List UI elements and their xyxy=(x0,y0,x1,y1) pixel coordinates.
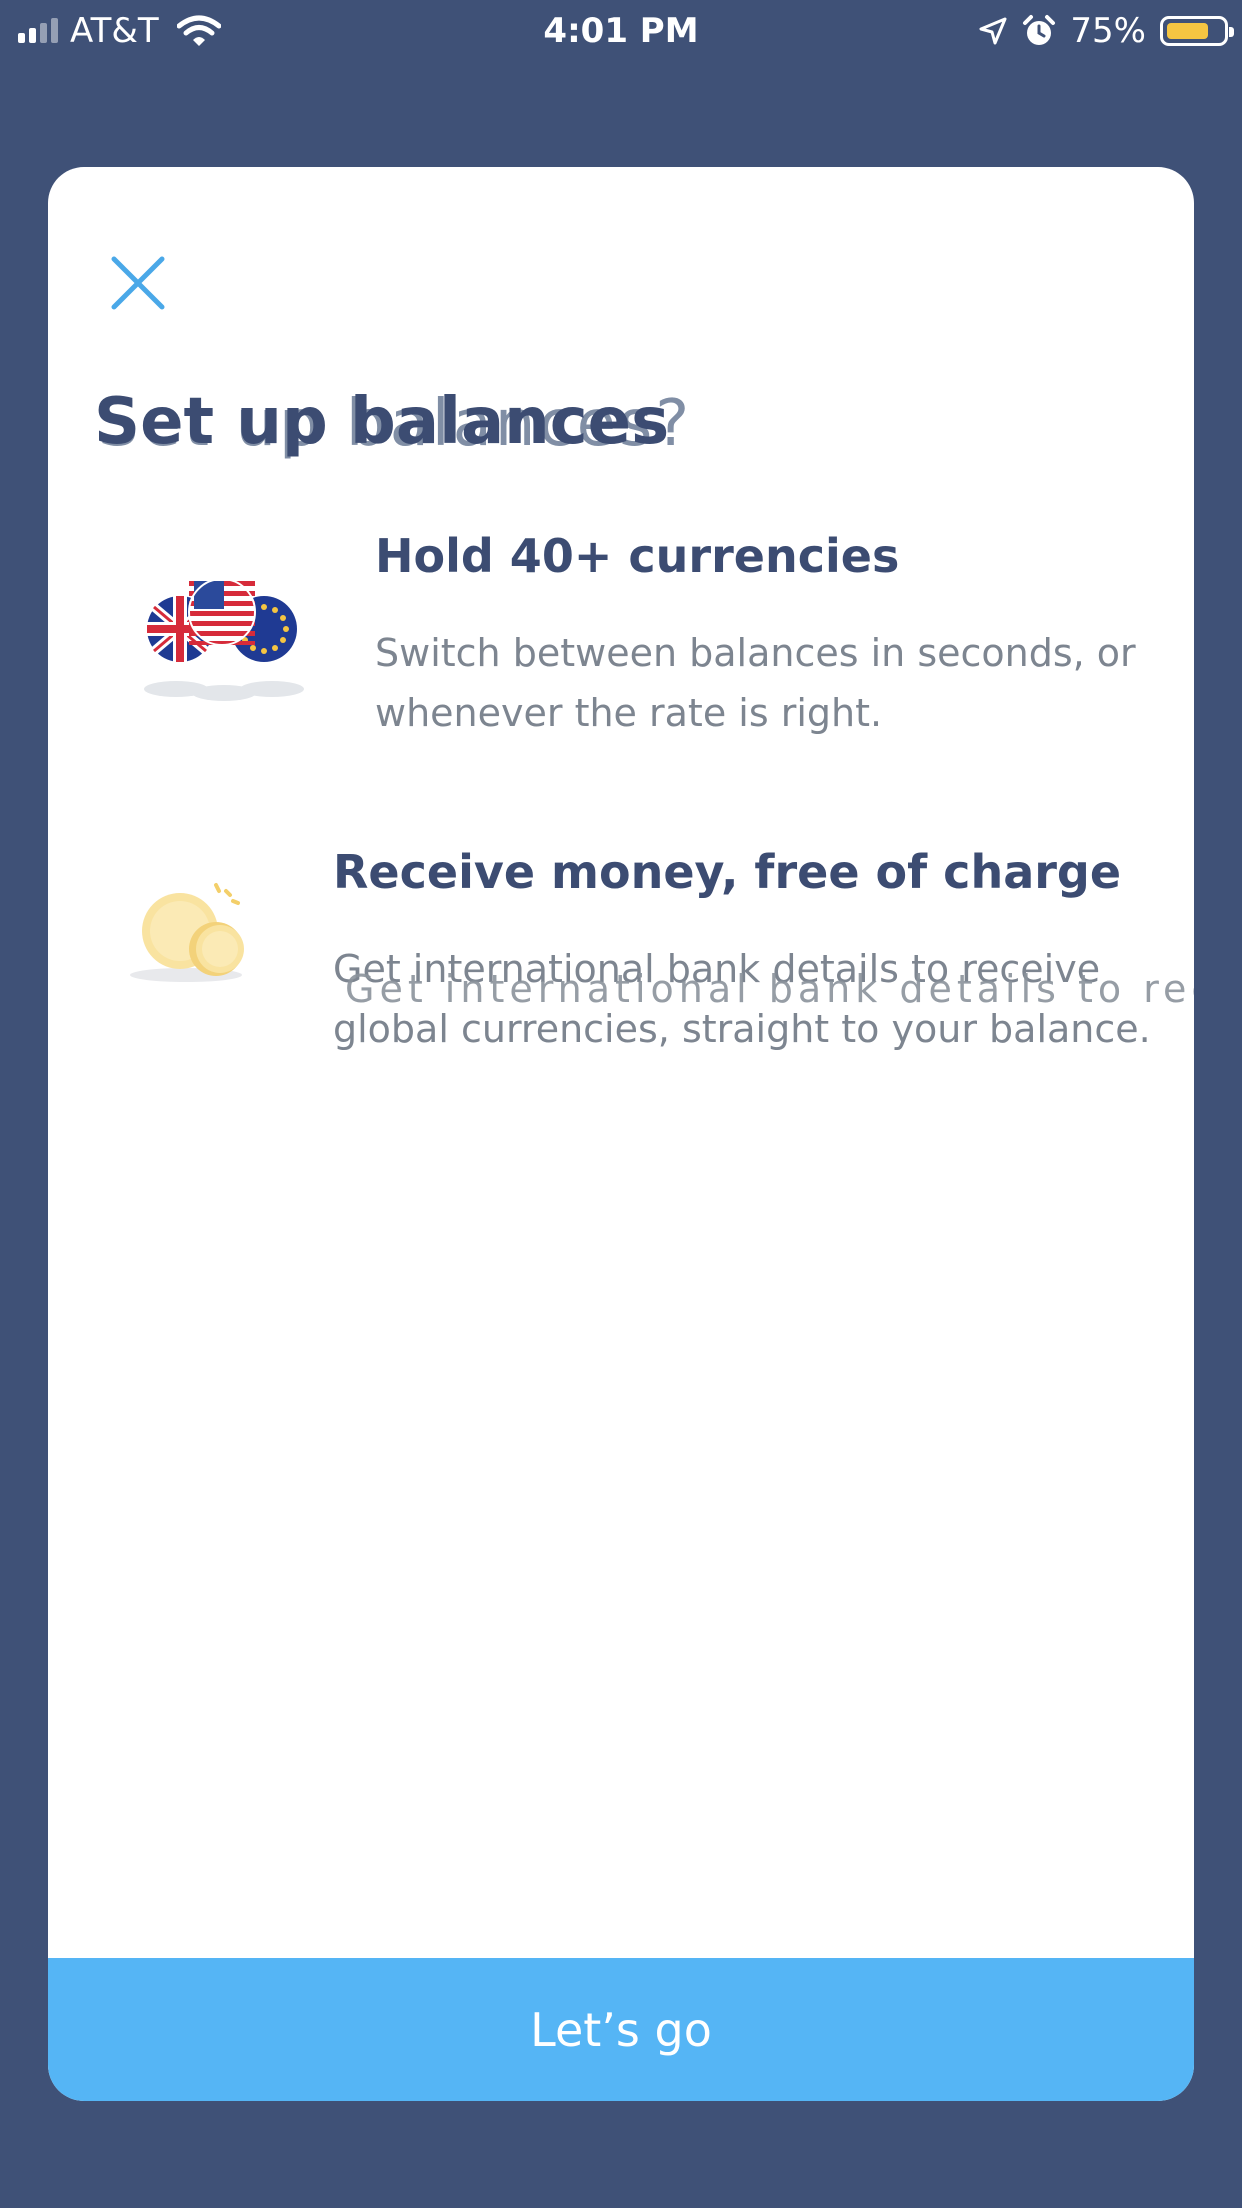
page-title: Set up balances xyxy=(94,385,670,459)
close-icon[interactable] xyxy=(104,249,172,317)
location-icon xyxy=(979,17,1007,45)
alarm-icon xyxy=(1023,15,1056,45)
feature-title: Hold 40+ currencies xyxy=(375,529,900,583)
battery-percent: 75% xyxy=(1070,11,1146,51)
feature-description: Switch between balances in seconds, or w… xyxy=(375,631,1136,735)
battery-icon xyxy=(1160,16,1234,46)
setup-balances-modal: Set up balances? Set up balances Hold 40… xyxy=(48,167,1194,2101)
status-bar-right: 75% xyxy=(978,8,1234,54)
feature-title: Receive money, free of charge xyxy=(333,845,1122,899)
battery-cap xyxy=(1229,27,1234,37)
currency-flags-icon xyxy=(144,578,304,701)
coins-icon xyxy=(130,883,244,982)
lets-go-button[interactable]: Let’s go xyxy=(48,1958,1194,2101)
feature-description-ghost: Get international bank details to receiv… xyxy=(345,967,1194,1011)
battery-level xyxy=(1167,23,1208,39)
status-bar: AT&T 4:01 PM 75% xyxy=(0,0,1242,62)
